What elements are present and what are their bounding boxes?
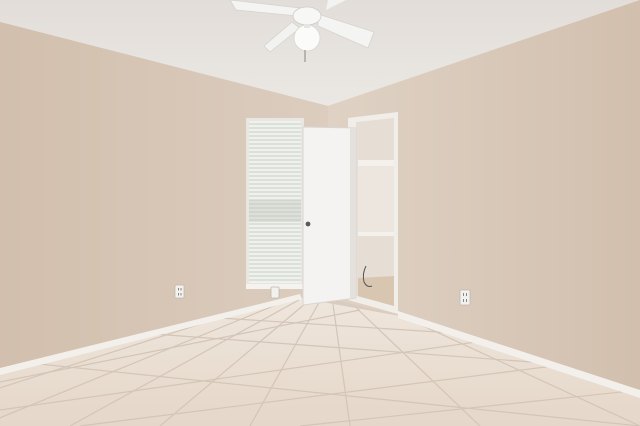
outlet-icon [270,286,280,299]
bedroom-door [302,126,357,306]
outlet-icon [174,284,185,299]
window [246,118,304,289]
outlet-icon [459,289,471,306]
door-knob [305,221,311,227]
room-photo [0,0,640,426]
empty-bedroom-scene [0,0,640,426]
